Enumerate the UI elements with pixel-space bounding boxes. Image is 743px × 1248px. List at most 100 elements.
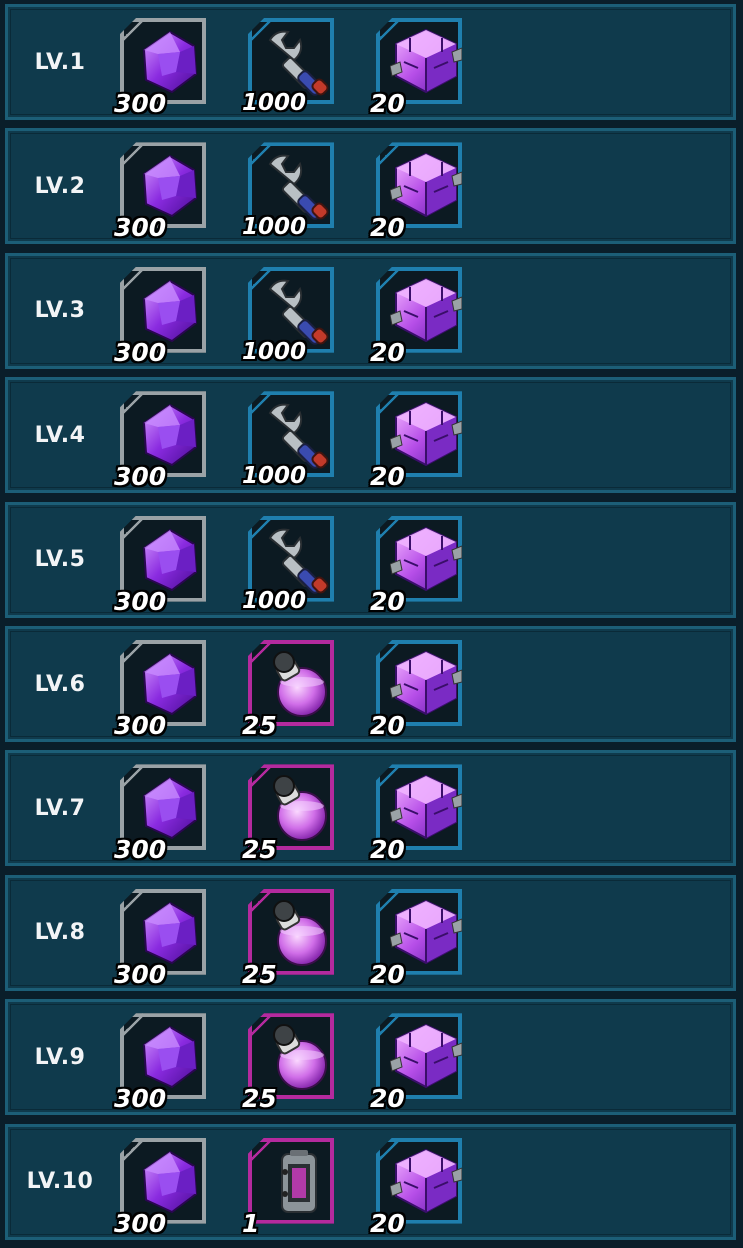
reward-slot[interactable]: 300 bbox=[114, 391, 206, 489]
purple-cube-icon bbox=[389, 524, 462, 596]
item-quantity: 1 bbox=[242, 1208, 260, 1238]
level-label: LV.4 bbox=[34, 422, 86, 448]
level-row: LV.10 300 1 20 bbox=[5, 1123, 736, 1240]
reward-slot[interactable]: 20 bbox=[370, 1137, 462, 1236]
item-quantity: 1000 bbox=[242, 587, 307, 614]
level-row: LV.5 300 1000 20 bbox=[5, 501, 736, 618]
level-label: LV.9 bbox=[34, 1044, 86, 1070]
level-row: LV.9 300 25 20 bbox=[5, 999, 736, 1116]
level-row: LV.6 300 25 20 bbox=[5, 626, 736, 742]
item-quantity: 20 bbox=[370, 586, 405, 616]
item-quantity: 20 bbox=[370, 711, 405, 740]
wrench-icon bbox=[262, 275, 334, 347]
reward-slot[interactable]: 25 bbox=[242, 888, 334, 987]
reward-slot[interactable]: 20 bbox=[370, 391, 462, 489]
item-quantity: 25 bbox=[242, 711, 277, 740]
item-quantity: 20 bbox=[370, 89, 405, 118]
purple-gem-icon bbox=[134, 648, 206, 720]
item-quantity: 1000 bbox=[242, 214, 307, 241]
level-label: LV.1 bbox=[34, 49, 86, 75]
purple-gem-icon bbox=[134, 150, 206, 222]
purple-cube-icon bbox=[389, 1146, 462, 1218]
purple-gem-icon bbox=[134, 275, 206, 347]
reward-slot[interactable]: 25 bbox=[242, 1013, 334, 1111]
reward-slot[interactable]: 20 bbox=[370, 266, 462, 365]
item-quantity: 300 bbox=[114, 462, 167, 492]
item-quantity: 20 bbox=[370, 959, 405, 989]
reward-slot[interactable]: 1000 bbox=[242, 515, 334, 613]
level-label: LV.10 bbox=[26, 1169, 94, 1195]
reward-slot[interactable]: 25 bbox=[242, 764, 334, 862]
purple-cube-icon bbox=[389, 1021, 462, 1093]
reward-slot[interactable]: 1 bbox=[242, 1137, 334, 1236]
item-quantity: 300 bbox=[114, 89, 167, 118]
reward-slot[interactable]: 20 bbox=[370, 18, 462, 116]
reward-slot[interactable]: 20 bbox=[370, 764, 462, 862]
item-quantity: 300 bbox=[114, 213, 167, 243]
reward-slot[interactable]: 300 bbox=[114, 1137, 206, 1236]
item-quantity: 300 bbox=[114, 1084, 167, 1114]
level-row: LV.4 300 1000 20 bbox=[5, 377, 736, 494]
item-quantity: 20 bbox=[370, 337, 405, 367]
reward-slot[interactable]: 20 bbox=[370, 515, 462, 614]
item-quantity: 20 bbox=[370, 1084, 405, 1114]
item-quantity: 20 bbox=[370, 1208, 405, 1238]
reward-slot[interactable]: 1000 bbox=[242, 391, 334, 489]
item-quantity: 1000 bbox=[242, 463, 307, 490]
level-row: LV.8 300 25 20 bbox=[5, 874, 736, 991]
purple-cube-icon bbox=[389, 897, 462, 969]
level-label: LV.5 bbox=[34, 547, 86, 573]
reward-slot[interactable]: 20 bbox=[370, 888, 462, 987]
level-row: LV.2 300 1000 20 bbox=[5, 128, 736, 245]
item-quantity: 20 bbox=[370, 462, 405, 492]
reward-slot[interactable]: 20 bbox=[370, 142, 462, 240]
level-label: LV.7 bbox=[34, 795, 86, 821]
reward-slot[interactable]: 300 bbox=[114, 266, 206, 365]
item-quantity: 300 bbox=[114, 586, 167, 616]
wrench-icon bbox=[262, 150, 334, 222]
item-quantity: 300 bbox=[114, 711, 167, 740]
level-label: LV.2 bbox=[34, 173, 86, 199]
item-quantity: 1000 bbox=[242, 90, 307, 116]
wrench-icon bbox=[262, 399, 334, 471]
purple-cube-icon bbox=[389, 150, 462, 222]
reward-slot[interactable]: 20 bbox=[370, 1013, 462, 1111]
reward-slot[interactable]: 300 bbox=[114, 888, 206, 987]
item-quantity: 25 bbox=[242, 1084, 277, 1114]
purple-potion-icon bbox=[262, 1021, 334, 1093]
purple-cube-icon bbox=[389, 772, 462, 844]
reward-slot[interactable]: 300 bbox=[114, 764, 206, 862]
chip-device-icon bbox=[262, 1146, 334, 1218]
item-frame bbox=[248, 1137, 334, 1224]
reward-slot[interactable]: 300 bbox=[114, 142, 206, 240]
item-quantity: 20 bbox=[370, 213, 405, 243]
reward-slot[interactable]: 25 bbox=[242, 640, 334, 738]
level-row: LV.1 300 1000 20 bbox=[5, 4, 736, 120]
level-label: LV.6 bbox=[34, 671, 86, 697]
reward-slot[interactable]: 20 bbox=[370, 640, 462, 738]
item-quantity: 25 bbox=[242, 959, 277, 989]
reward-slot[interactable]: 300 bbox=[114, 515, 206, 614]
purple-gem-icon bbox=[134, 524, 206, 596]
purple-potion-icon bbox=[262, 648, 334, 720]
reward-slot[interactable]: 1000 bbox=[242, 142, 334, 240]
level-label: LV.8 bbox=[34, 920, 86, 946]
purple-gem-icon bbox=[134, 1021, 206, 1093]
purple-potion-icon bbox=[262, 772, 334, 844]
item-quantity: 1000 bbox=[242, 338, 307, 365]
wrench-icon bbox=[262, 524, 334, 596]
reward-slot[interactable]: 300 bbox=[114, 1013, 206, 1111]
purple-cube-icon bbox=[389, 399, 462, 471]
purple-gem-icon bbox=[134, 399, 206, 471]
level-label: LV.3 bbox=[34, 298, 86, 324]
item-quantity: 25 bbox=[242, 835, 277, 865]
reward-slot[interactable]: 300 bbox=[114, 640, 206, 738]
reward-slot[interactable]: 1000 bbox=[242, 266, 334, 364]
purple-cube-icon bbox=[389, 648, 462, 720]
level-row: LV.3 300 1000 20 bbox=[5, 252, 736, 369]
reward-slot[interactable]: 300 bbox=[114, 18, 206, 116]
purple-gem-icon bbox=[134, 26, 206, 98]
purple-gem-icon bbox=[134, 897, 206, 969]
purple-potion-icon bbox=[262, 897, 334, 969]
reward-slot[interactable]: 1000 bbox=[242, 18, 334, 116]
